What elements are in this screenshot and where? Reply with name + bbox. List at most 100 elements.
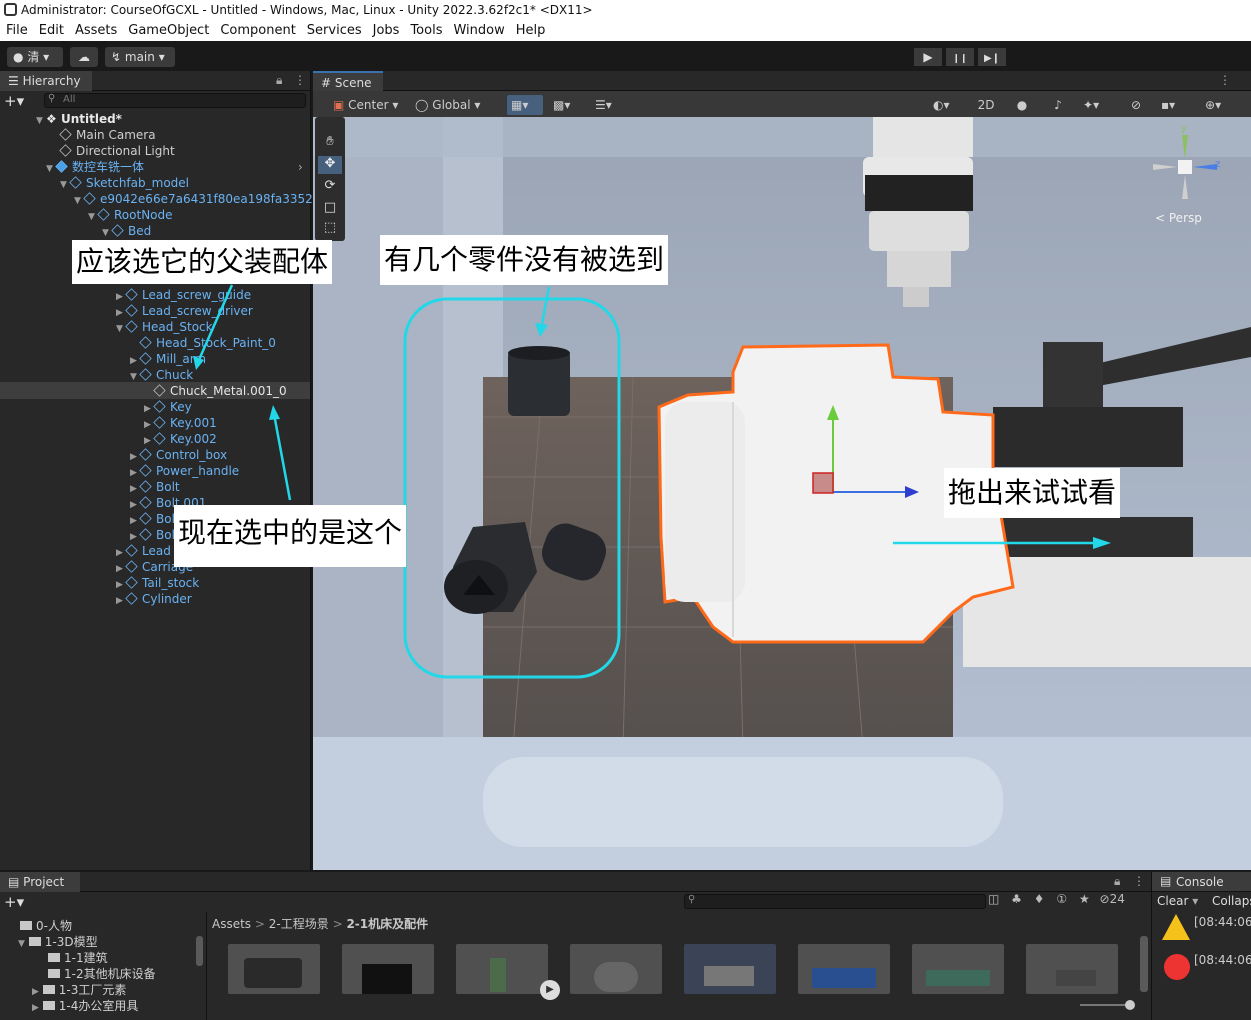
folder-icon	[42, 1001, 55, 1010]
menu-help[interactable]: Help	[511, 20, 551, 41]
more-icon[interactable]: ⋮	[1133, 874, 1145, 888]
thumbnail-size-handle[interactable]	[1125, 1000, 1135, 1010]
asset-thumbnail[interactable]	[570, 944, 662, 994]
shading-icon: ◐	[933, 98, 944, 112]
rotate-tool-icon[interactable]: ⟳	[318, 178, 342, 196]
folder-row[interactable]: ▶ 1-4办公室用具	[32, 997, 138, 1014]
project-search-input[interactable]: ⚲	[684, 894, 986, 909]
persp-label[interactable]: < Persp	[1155, 211, 1202, 225]
camera-button[interactable]: ▪▾	[1157, 95, 1197, 115]
folder-row[interactable]: ▼ 1-3D模型	[18, 933, 98, 950]
asset-thumbnail[interactable]	[912, 944, 1004, 994]
tool-block	[993, 407, 1183, 467]
gizmo-globe-icon: ⊕	[1205, 98, 1216, 112]
arrow-to-selected	[272, 413, 292, 501]
tool-post	[1043, 342, 1103, 412]
asset-thumbnail[interactable]	[798, 944, 890, 994]
base-rail	[483, 757, 1003, 847]
gizmos-button[interactable]: ⊕▾	[1201, 95, 1241, 115]
eye-off-icon: ⊘	[1130, 98, 1142, 112]
tab-scene-label: Scene	[334, 76, 372, 90]
play-button[interactable]: ▶	[914, 48, 942, 66]
play-icon: ▶	[923, 50, 933, 64]
asset-thumbnail-selected[interactable]	[684, 944, 776, 994]
scale-tool-icon[interactable]: □	[318, 200, 342, 218]
gizmo-plane-handle[interactable]	[812, 472, 834, 494]
play-preview-icon[interactable]: ▶	[540, 980, 560, 1000]
orientation-gizmo[interactable]: y z < Persp	[1145, 123, 1225, 237]
asset-thumbnail[interactable]	[1026, 944, 1118, 994]
label-filter-icon[interactable]: ♦	[1034, 892, 1045, 906]
increment-snap-button[interactable]: ▩▾	[549, 95, 585, 115]
pivot-dropdown[interactable]: ▣ Center ▾	[329, 95, 405, 115]
collapse-button[interactable]: Collaps	[1212, 894, 1251, 908]
gameobject-icon	[125, 544, 138, 557]
folder-icon	[48, 953, 60, 962]
tree-row[interactable]: ▶ Tail_stock	[116, 575, 199, 591]
clear-button[interactable]: Clear ▾	[1157, 894, 1198, 908]
warning-icon	[1162, 914, 1190, 940]
spindle-tip	[887, 251, 951, 287]
tree-row[interactable]: ▶ Lead	[116, 543, 171, 559]
warning-filter-icon[interactable]: ①	[1056, 892, 1067, 906]
hidden-count: 24	[1109, 892, 1125, 906]
more-icon[interactable]: ⋮	[1219, 73, 1231, 87]
create-asset-button[interactable]: +▾	[4, 893, 24, 911]
breadcrumb-scene-folder[interactable]: 2-工程场景	[269, 917, 329, 931]
tab-project[interactable]: ▤ Project	[0, 872, 80, 892]
menu-tools[interactable]: Tools	[405, 20, 447, 41]
search-filter-icon[interactable]: ◫	[988, 892, 999, 906]
gizmo-z-label: z	[1215, 159, 1221, 170]
space-dropdown[interactable]: ◯ Global ▾	[411, 95, 485, 115]
folder-row[interactable]: 0-人物	[20, 917, 72, 934]
tab-scene[interactable]: # Scene	[313, 71, 383, 91]
breadcrumb-current[interactable]: 2-1机床及配件	[346, 917, 428, 931]
divider	[206, 912, 207, 1020]
folder-row[interactable]: ▶ 1-3工厂元素	[32, 981, 126, 998]
project-tab-bar: ▤ Project 🔒︎ ⋮	[0, 872, 1151, 892]
search-icon: ⚲	[688, 894, 696, 905]
lock-icon[interactable]: 🔒︎	[1114, 874, 1120, 889]
move-tool-icon[interactable]: ✥	[318, 156, 342, 174]
step-button[interactable]: ▶❙	[978, 48, 1006, 66]
hand-tool-icon[interactable]: ✋︎	[318, 134, 342, 152]
asset-thumbnail[interactable]: ▶	[456, 944, 560, 1000]
rect-tool-icon[interactable]: ⬚	[318, 220, 342, 238]
console-log-time[interactable]: [08:44:06]	[1194, 953, 1251, 967]
asset-thumbnail[interactable]	[228, 944, 320, 994]
project-toolbar-icons: ◫ ♣ ♦ ① ★ ⊘24	[988, 892, 1148, 910]
effects-icon: ✦	[1083, 98, 1094, 112]
type-filter-icon[interactable]: ♣	[1011, 892, 1022, 906]
grid-icon: #	[321, 76, 332, 90]
asset-grid-scrollbar[interactable]	[1140, 936, 1148, 992]
ruler-button[interactable]: ☰▾	[591, 95, 625, 115]
error-icon	[1164, 954, 1190, 980]
favorite-icon[interactable]: ★	[1079, 892, 1090, 906]
2d-toggle[interactable]: 2D	[971, 95, 1001, 115]
tree-row[interactable]: ▶ Cylinder	[116, 591, 192, 607]
menu-window[interactable]: Window	[448, 20, 509, 41]
axis-gizmo-icon	[1153, 135, 1217, 199]
folder-row[interactable]: 1-1建筑	[48, 949, 108, 966]
visibility-toggle[interactable]: ⊘	[1121, 95, 1151, 115]
hidden-count-icon[interactable]: ⊘24	[1100, 892, 1125, 906]
lighting-toggle[interactable]: ●	[1007, 95, 1037, 115]
pause-button[interactable]: ❙❙	[946, 48, 974, 66]
draw-mode-button[interactable]: ◐▾	[929, 95, 965, 115]
breadcrumb-assets[interactable]: Assets	[212, 917, 251, 931]
tab-console[interactable]: ▤ Console	[1152, 872, 1251, 892]
gameobject-icon	[125, 592, 138, 605]
snap-icon: ▩	[553, 98, 565, 112]
menu-jobs[interactable]: Jobs	[368, 20, 405, 41]
tab-project-label: Project	[23, 875, 65, 889]
asset-thumbnail[interactable]	[342, 944, 434, 994]
folder-row[interactable]: 1-2其他机床设备	[48, 965, 156, 982]
loose-part-top	[508, 346, 570, 360]
spindle-lower	[869, 211, 969, 251]
audio-toggle[interactable]: ♪	[1043, 95, 1073, 115]
console-log-time[interactable]: [08:44:06]	[1194, 915, 1251, 929]
effects-button[interactable]: ✦▾	[1079, 95, 1115, 115]
camera-icon: ▪	[1161, 98, 1170, 112]
snap-grid-button[interactable]: ▦▾	[507, 95, 543, 115]
folder-tree-scrollbar[interactable]	[196, 936, 203, 966]
